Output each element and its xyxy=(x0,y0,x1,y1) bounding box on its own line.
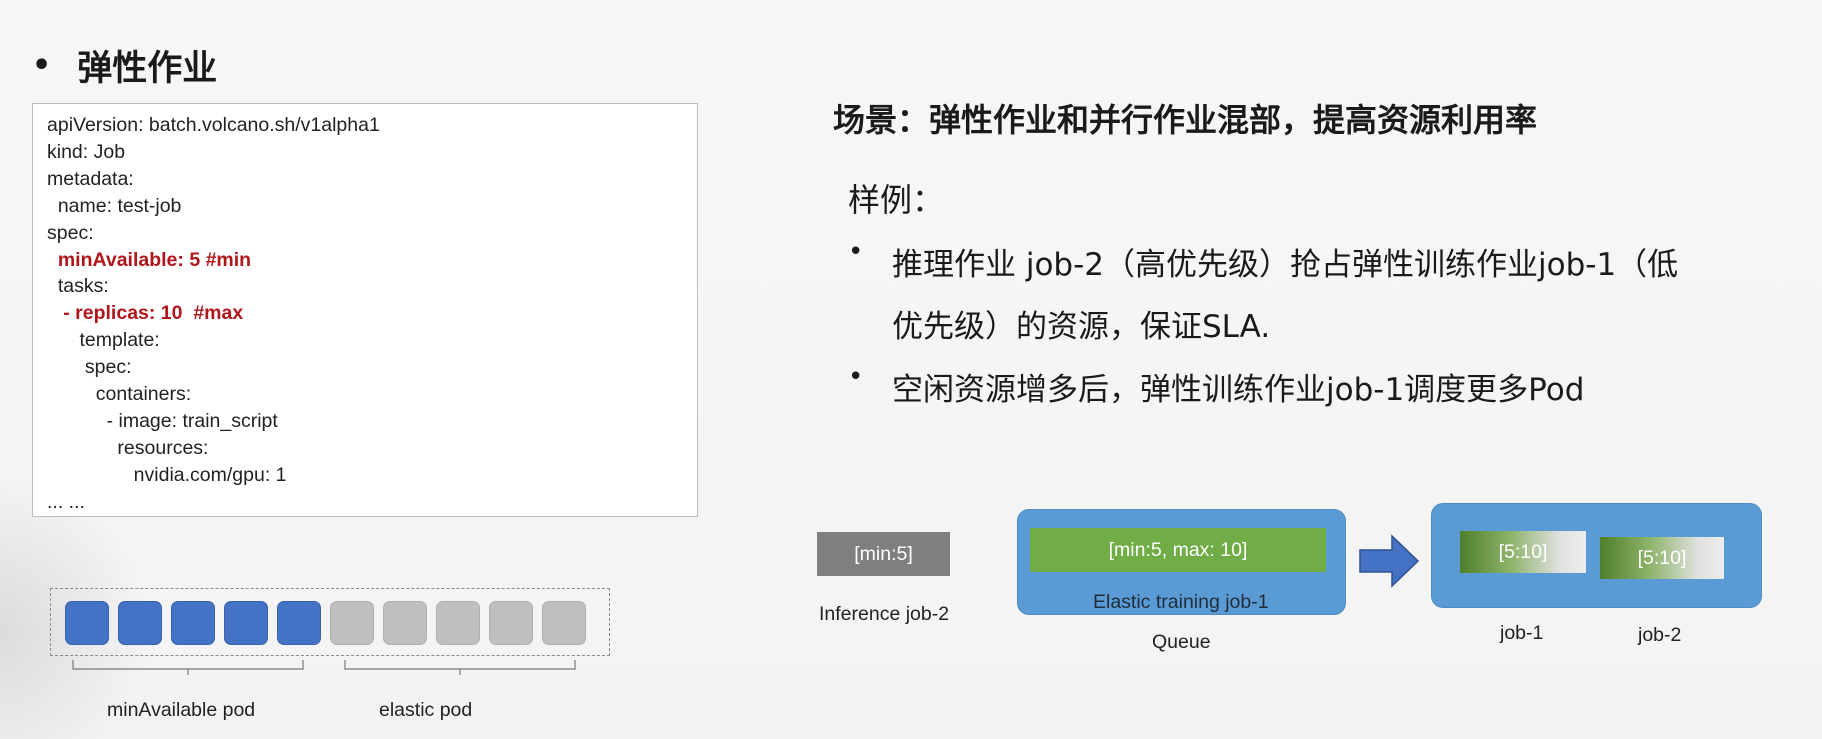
elastic-pod xyxy=(436,601,480,645)
elastic-pod xyxy=(330,601,374,645)
inference-job-box: [min:5] xyxy=(817,532,950,576)
result-job-2-bar: [5:10] xyxy=(1600,537,1724,579)
min-available-pod xyxy=(65,601,109,645)
min-available-pod xyxy=(277,601,321,645)
result-job-1-bar: [5:10] xyxy=(1460,531,1586,573)
code-line: ... ... xyxy=(47,490,85,513)
bullet-2-line-1: 空闲资源增多后，弹性训练作业job-1调度更多Pod xyxy=(892,372,1585,408)
elastic-pod xyxy=(489,601,533,645)
code-line: spec: xyxy=(47,356,132,379)
code-line: - image: train_script xyxy=(47,409,278,432)
elastic-pod-brace xyxy=(344,660,576,675)
bullet-item-2: • 空闲资源增多后，弹性训练作业job-1调度更多Pod xyxy=(848,359,1584,421)
right-arrow-icon xyxy=(1359,534,1420,588)
code-line: resources: xyxy=(47,436,209,459)
code-line: containers: xyxy=(47,383,192,406)
bullet-mark: • xyxy=(848,362,864,392)
inference-job-label: Inference job-2 xyxy=(819,603,950,625)
elastic-pod xyxy=(542,601,586,645)
bullet-mark: • xyxy=(848,237,864,267)
pod-container xyxy=(50,588,610,656)
bullet-1-line-2: 优先级）的资源，保证SLA. xyxy=(892,309,1271,345)
elastic-pod-label: elastic pod xyxy=(379,699,473,721)
queue-resource-bar: [min:5, max: 10] xyxy=(1030,528,1326,572)
min-available-pod xyxy=(171,601,215,645)
min-available-pod xyxy=(224,601,268,645)
heading-bullet: • xyxy=(32,48,52,83)
code-line: nvidia.com/gpu: 1 xyxy=(47,463,287,486)
slide-heading: • 弹性作业 xyxy=(32,40,217,91)
result-job-2-label: job-2 xyxy=(1638,624,1682,646)
code-line: metadata: xyxy=(47,167,134,190)
pod-group-braces xyxy=(72,660,576,675)
code-line: minAvailable: 5 #min xyxy=(47,248,252,271)
min-pod-label: minAvailable pod xyxy=(107,699,256,721)
code-line: apiVersion: batch.volcano.sh/v1alpha1 xyxy=(47,114,380,136)
example-label: 样例： xyxy=(848,181,945,219)
elastic-training-label: Elastic training job-1 xyxy=(1093,591,1269,613)
bullet-item-1: • 推理作业 job-2（高优先级）抢占弹性训练作业job-1（低 优先级）的资… xyxy=(848,234,1678,358)
bullet-1-line-1: 推理作业 job-2（高优先级）抢占弹性训练作业job-1（低 xyxy=(892,247,1679,283)
scenario-title: 场景：弹性作业和并行作业混部，提高资源利用率 xyxy=(833,101,1538,139)
code-line: kind: Job xyxy=(47,140,126,163)
min-pod-brace xyxy=(72,660,304,675)
code-line: name: test-job xyxy=(47,194,182,217)
code-line: tasks: xyxy=(47,275,109,298)
queue-label: Queue xyxy=(1152,631,1211,653)
result-job-1-label: job-1 xyxy=(1500,622,1544,644)
yaml-code-box: apiVersion: batch.volcano.sh/v1alpha1 kin… xyxy=(32,103,698,517)
code-line: template: xyxy=(47,329,160,352)
heading-title: 弹性作业 xyxy=(77,49,218,89)
min-available-pod xyxy=(118,601,162,645)
elastic-pod xyxy=(383,601,427,645)
code-line: spec: xyxy=(47,221,94,244)
code-line: - replicas: 10 #max xyxy=(47,302,244,325)
